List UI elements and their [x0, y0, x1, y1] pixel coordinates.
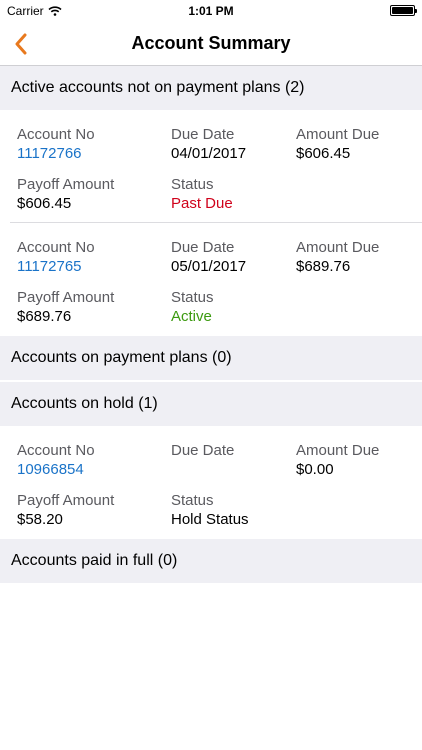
amount-due-value: $689.76 [296, 258, 351, 275]
amount-due-field: Amount Due $606.45 [296, 126, 379, 164]
account-no-link[interactable]: 11172766 [17, 145, 95, 164]
section-header-on-hold: Accounts on hold (1) [0, 382, 422, 426]
account-no-label: Account No [17, 126, 95, 143]
amount-due-field: Amount Due $0.00 [296, 442, 379, 480]
amount-due-value: $0.00 [296, 461, 334, 478]
status-field: Status Active [171, 289, 214, 327]
status-value: Past Due [171, 195, 233, 212]
status-label: Status [171, 176, 214, 193]
payoff-amount-field: Payoff Amount $606.45 [17, 176, 114, 214]
status-label: Status [171, 492, 214, 509]
status-bar: Carrier 1:01 PM [0, 0, 422, 22]
amount-due-field: Amount Due $689.76 [296, 239, 379, 277]
due-date-field: Due Date 04/01/2017 [171, 126, 246, 164]
payoff-amount-value: $606.45 [17, 195, 72, 212]
account-card[interactable]: Account No 11172766 Due Date 04/01/2017 … [0, 110, 422, 223]
due-date-label: Due Date [171, 442, 235, 459]
payoff-amount-label: Payoff Amount [17, 492, 115, 509]
due-date-label: Due Date [171, 126, 235, 143]
battery-icon [390, 5, 417, 16]
payoff-amount-label: Payoff Amount [17, 289, 115, 306]
payoff-amount-field: Payoff Amount $58.20 [17, 492, 114, 530]
due-date-value: 04/01/2017 [171, 145, 247, 162]
status-value: Active [171, 308, 212, 325]
section-header-active: Active accounts not on payment plans (2) [0, 66, 422, 110]
due-date-label: Due Date [171, 239, 235, 256]
account-no-link[interactable]: 10966854 [17, 461, 95, 480]
section-header-payment-plans: Accounts on payment plans (0) [0, 336, 422, 380]
due-date-field: Due Date [171, 442, 234, 480]
payoff-amount-label: Payoff Amount [17, 176, 115, 193]
clock: 1:01 PM [188, 4, 234, 18]
amount-due-label: Amount Due [296, 126, 380, 143]
status-field: Status Hold Status [171, 492, 249, 530]
account-no-label: Account No [17, 239, 95, 256]
payoff-amount-value: $58.20 [17, 511, 63, 528]
account-no-field: Account No 11172765 [17, 239, 95, 277]
page-title: Account Summary [131, 33, 291, 53]
amount-due-value: $606.45 [296, 145, 351, 162]
account-no-label: Account No [17, 442, 95, 459]
navigation-bar: Account Summary [0, 22, 422, 66]
section-header-paid-in-full: Accounts paid in full (0) [0, 539, 422, 583]
account-card[interactable]: Account No 11172765 Due Date 05/01/2017 … [0, 223, 422, 336]
account-card[interactable]: Account No 10966854 Due Date Amount Due … [0, 426, 422, 539]
due-date-field: Due Date 05/01/2017 [171, 239, 246, 277]
due-date-value [171, 461, 234, 480]
due-date-value: 05/01/2017 [171, 258, 247, 275]
account-no-field: Account No 11172766 [17, 126, 95, 164]
payoff-amount-value: $689.76 [17, 308, 72, 325]
payoff-amount-field: Payoff Amount $689.76 [17, 289, 114, 327]
amount-due-label: Amount Due [296, 442, 380, 459]
status-field: Status Past Due [171, 176, 233, 214]
account-no-field: Account No 10966854 [17, 442, 95, 480]
status-value: Hold Status [171, 511, 249, 528]
amount-due-label: Amount Due [296, 239, 380, 256]
status-label: Status [171, 289, 214, 306]
account-no-link[interactable]: 11172765 [17, 258, 95, 277]
